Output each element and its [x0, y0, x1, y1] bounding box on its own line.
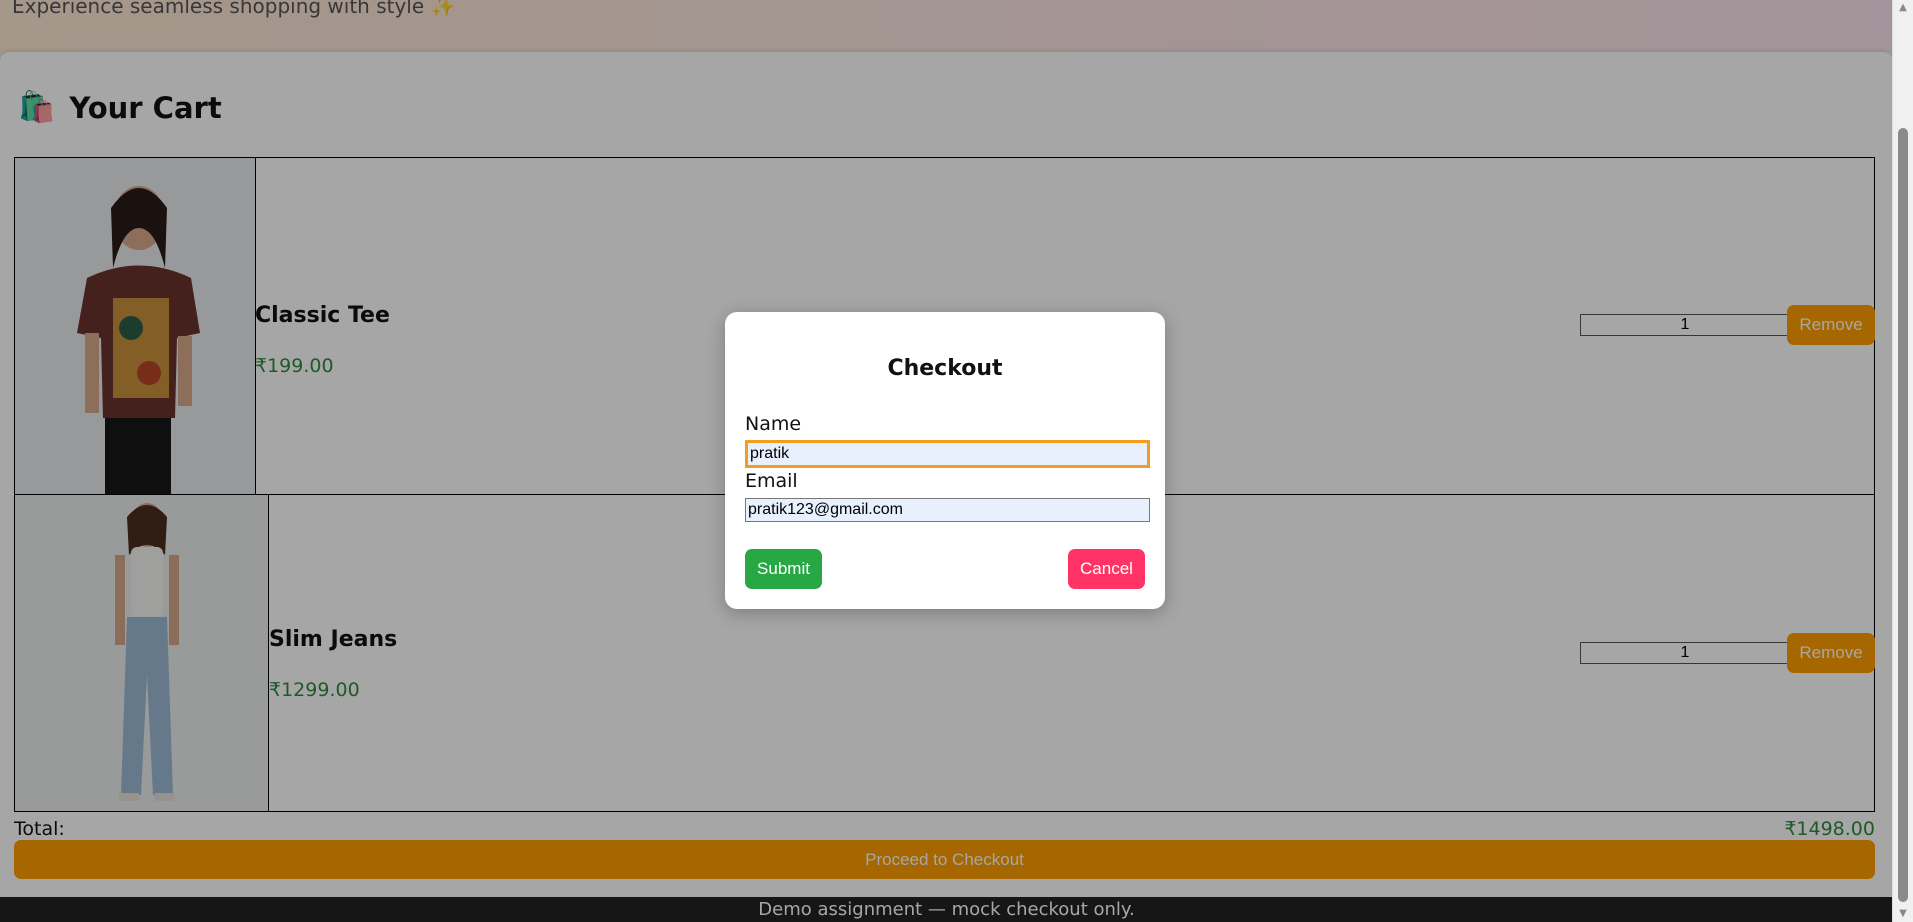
page: Experience seamless shopping with style …	[0, 0, 1893, 922]
name-input[interactable]	[745, 440, 1150, 468]
vertical-scrollbar[interactable]: ▲ ▼	[1892, 0, 1913, 922]
checkout-modal: Checkout Name Email Submit Cancel	[725, 312, 1165, 609]
submit-button[interactable]: Submit	[745, 549, 822, 589]
scroll-up-icon[interactable]: ▲	[1893, 0, 1913, 16]
scroll-down-icon[interactable]: ▼	[1893, 906, 1913, 922]
email-input[interactable]	[745, 498, 1150, 522]
modal-title: Checkout	[887, 356, 1003, 381]
email-label: Email	[745, 470, 798, 492]
cancel-button[interactable]: Cancel	[1068, 549, 1145, 589]
scrollbar-thumb[interactable]	[1898, 128, 1908, 902]
name-label: Name	[745, 413, 802, 435]
